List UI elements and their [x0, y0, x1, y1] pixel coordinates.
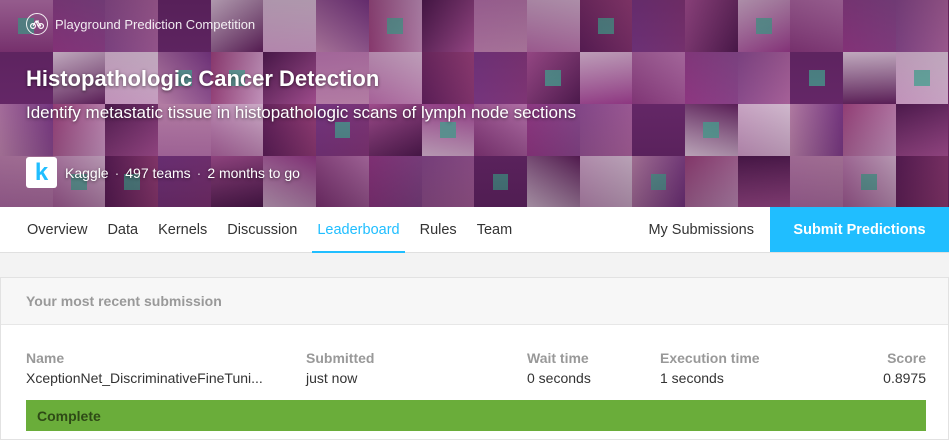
- score-column: Score 0.8975: [883, 350, 926, 386]
- name-column: Name XceptionNet_DiscriminativeFineTuni.…: [26, 350, 263, 386]
- submitted-header: Submitted: [306, 350, 375, 366]
- wait-time-column: Wait time 0 seconds: [527, 350, 591, 386]
- tab-discussion[interactable]: Discussion: [217, 207, 307, 252]
- submitted-column: Submitted just now: [306, 350, 374, 386]
- competition-header: Playground Prediction Competition Histop…: [0, 0, 949, 207]
- deadline: 2 months to go: [207, 164, 300, 181]
- competition-type: Playground Prediction Competition: [26, 13, 255, 35]
- my-submissions-link[interactable]: My Submissions: [632, 207, 770, 252]
- execution-time-column: Execution time 1 seconds: [660, 350, 760, 386]
- kaggle-logo[interactable]: k: [26, 157, 57, 188]
- submission-details: Name XceptionNet_DiscriminativeFineTuni.…: [26, 350, 926, 390]
- wait-time-header: Wait time: [527, 350, 589, 366]
- tab-rules[interactable]: Rules: [410, 207, 467, 252]
- tab-kernels[interactable]: Kernels: [148, 207, 217, 252]
- submission-name: XceptionNet_DiscriminativeFineTuni...: [26, 370, 263, 386]
- team-count[interactable]: 497 teams: [125, 165, 190, 181]
- bicycle-icon: [26, 13, 48, 35]
- host-info: k Kaggle · 497 teams · 2 months to go: [26, 157, 300, 188]
- submit-predictions-button[interactable]: Submit Predictions: [770, 207, 949, 252]
- competition-type-label: Playground Prediction Competition: [55, 16, 256, 32]
- tab-team[interactable]: Team: [467, 207, 522, 252]
- submitted-value: just now: [306, 370, 358, 386]
- score-value: 0.8975: [883, 370, 926, 386]
- submission-status-bar: Complete: [26, 400, 926, 431]
- panel-title: Your most recent submission: [1, 278, 948, 325]
- competition-nav: Overview Data Kernels Discussion Leaderboard…: [0, 207, 949, 253]
- status-label: Complete: [37, 407, 101, 424]
- execution-time-header: Execution time: [660, 350, 760, 366]
- nav-tabs: Overview Data Kernels Discussion Leaderboard…: [0, 207, 522, 253]
- competition-subtitle: Identify metastatic tissue in histopatho…: [26, 103, 576, 122]
- tab-leaderboard[interactable]: Leaderboard: [307, 207, 409, 253]
- score-header: Score: [887, 350, 926, 366]
- competition-title: Histopathologic Cancer Detection: [26, 66, 380, 91]
- execution-time-value: 1 seconds: [660, 370, 724, 386]
- host-name[interactable]: Kaggle: [65, 165, 109, 181]
- tab-data[interactable]: Data: [97, 207, 148, 252]
- name-header: Name: [26, 350, 65, 366]
- wait-time-value: 0 seconds: [527, 370, 591, 386]
- tab-overview[interactable]: Overview: [17, 207, 97, 252]
- recent-submission-panel: Your most recent submission Name Xceptio…: [0, 277, 949, 440]
